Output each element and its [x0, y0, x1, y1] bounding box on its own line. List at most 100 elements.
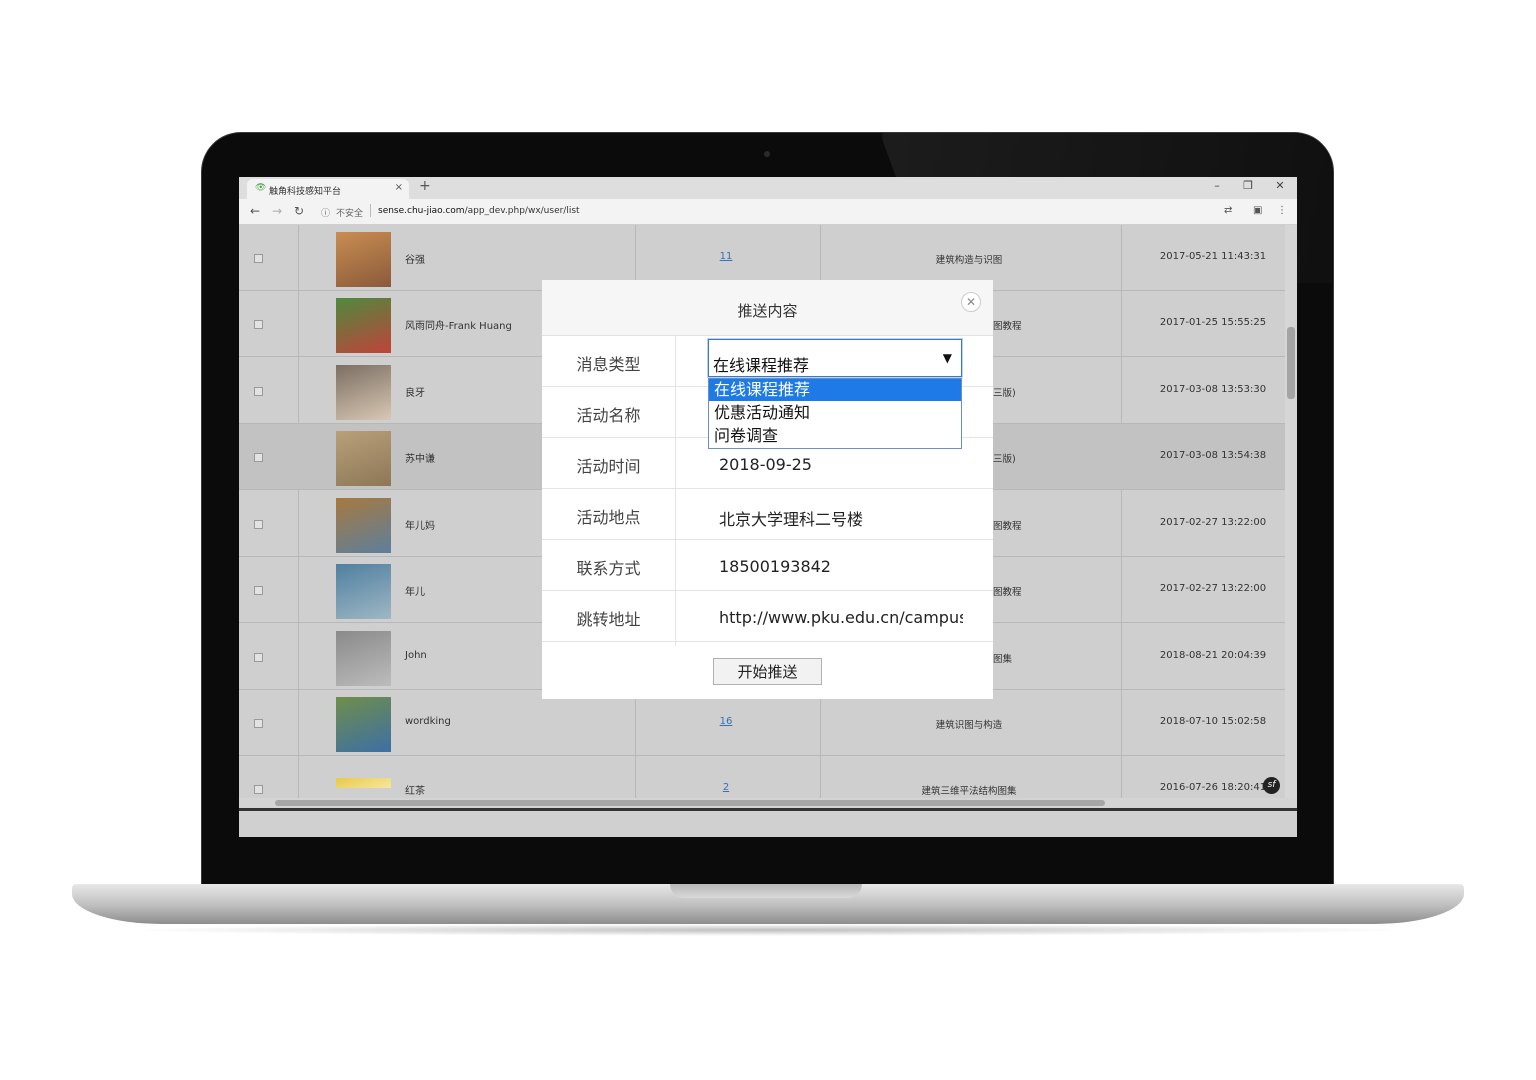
avatar — [336, 631, 391, 686]
symfony-toolbar-icon[interactable]: sf — [1263, 777, 1280, 794]
row-checkbox[interactable] — [254, 520, 263, 529]
time-label: 活动时间 — [576, 457, 641, 476]
timestamp: 2017-03-08 13:54:38 — [1159, 450, 1267, 461]
course-name: 建筑三维平法结构图集 — [921, 786, 1017, 797]
row-checkbox[interactable] — [254, 453, 263, 462]
course-name: 三版) — [993, 454, 1016, 465]
course-name: 图集 — [993, 654, 1013, 665]
vertical-scrollbar[interactable] — [1285, 225, 1297, 798]
timestamp: 2017-02-27 13:22:00 — [1159, 517, 1267, 528]
timestamp: 2017-03-08 13:53:30 — [1159, 384, 1267, 395]
close-icon[interactable]: ✕ — [961, 292, 981, 312]
message-type-options: 在线课程推荐 优惠活动通知 问卷调查 — [708, 378, 962, 449]
laptop-notch — [670, 884, 862, 898]
user-name: 风雨同舟-Frank Huang — [405, 321, 512, 332]
avatar — [336, 697, 391, 752]
user-name: John — [405, 650, 427, 661]
timestamp: 2017-05-21 11:43:31 — [1159, 251, 1267, 262]
new-tab-button[interactable]: + — [419, 178, 431, 194]
eye-favicon-icon: 👁 — [255, 183, 267, 193]
bottom-bar — [239, 808, 1297, 837]
browser-window: 👁 触角科技感知平台 × + – ❐ ✕ ← → ↻ ⓘ 不安全 sense.c… — [239, 177, 1297, 837]
user-name: 谷强 — [405, 255, 425, 266]
row-checkbox[interactable] — [254, 653, 263, 662]
form-row-place: 活动地点 北京大学理科二号楼 — [542, 489, 993, 540]
address-bar: ← → ↻ ⓘ 不安全 sense.chu-jiao.com/app_dev.p… — [239, 199, 1297, 225]
reload-icon[interactable]: ↻ — [291, 204, 307, 218]
time-field[interactable]: 2018-09-25 — [719, 455, 963, 474]
table-row[interactable]: wordking 16 建筑识图与构造 2018-07-10 15:02:58 — [239, 690, 1285, 756]
option-survey[interactable]: 问卷调查 — [709, 425, 961, 447]
row-checkbox[interactable] — [254, 320, 263, 329]
browser-tab[interactable]: 👁 触角科技感知平台 × — [247, 179, 409, 199]
restore-button[interactable]: ❐ — [1238, 179, 1258, 192]
url-path: /app_dev.php/wx/user/list — [464, 206, 580, 216]
avatar — [336, 564, 391, 619]
row-checkbox[interactable] — [254, 254, 263, 263]
horizontal-scroll-thumb[interactable] — [275, 800, 1105, 806]
avatar — [336, 778, 391, 788]
option-online-course[interactable]: 在线课程推荐 — [709, 379, 961, 401]
timestamp: 2018-08-21 20:04:39 — [1159, 650, 1267, 661]
vertical-scroll-thumb[interactable] — [1287, 327, 1295, 399]
message-type-select[interactable]: 在线课程推荐 ▼ — [708, 339, 962, 377]
course-name: 建筑构造与识图 — [935, 255, 1003, 266]
place-label: 活动地点 — [576, 508, 641, 527]
url-domain: sense.chu-jiao.com — [378, 206, 465, 216]
tab-bar: 👁 触角科技感知平台 × + – ❐ ✕ — [239, 177, 1297, 199]
form-row-url: 跳转地址 http://www.pku.edu.cn/campus — [542, 591, 993, 642]
count-link[interactable]: 2 — [709, 782, 743, 793]
timestamp: 2018-07-10 15:02:58 — [1159, 716, 1267, 727]
info-icon[interactable]: ⓘ — [321, 206, 330, 219]
user-name: wordking — [405, 716, 451, 727]
contact-label: 联系方式 — [576, 559, 641, 578]
name-label: 活动名称 — [576, 406, 641, 425]
back-arrow-icon[interactable]: ← — [247, 204, 263, 218]
table-row[interactable]: 红茶 2 建筑三维平法结构图集 2016-07-26 18:20:41 — [239, 756, 1285, 798]
avatar — [336, 431, 391, 486]
url-field[interactable]: http://www.pku.edu.cn/campus — [719, 608, 963, 627]
start-push-button[interactable]: 开始推送 — [713, 658, 822, 685]
translate-icon[interactable]: ⇄ — [1224, 205, 1232, 216]
url-divider — [370, 204, 371, 217]
contact-field[interactable]: 18500193842 — [719, 557, 963, 576]
avatar — [336, 298, 391, 353]
type-label: 消息类型 — [576, 355, 641, 374]
insecure-label: 不安全 — [336, 209, 364, 219]
laptop-shadow — [120, 924, 1416, 936]
row-checkbox[interactable] — [254, 785, 263, 794]
tab-title: 触角科技感知平台 — [269, 187, 342, 197]
user-name: 红茶 — [405, 786, 425, 797]
user-name: 良牙 — [405, 388, 425, 399]
row-checkbox[interactable] — [254, 586, 263, 595]
course-name: 三版) — [993, 388, 1016, 399]
count-link[interactable]: 16 — [709, 716, 743, 727]
clipboard-icon[interactable]: ▣ — [1253, 205, 1262, 216]
avatar — [336, 365, 391, 420]
course-name: 图教程 — [993, 587, 1022, 598]
dialog-header: 推送内容 ✕ — [542, 280, 993, 336]
url-input[interactable]: sense.chu-jiao.com/app_dev.php/wx/user/l… — [378, 206, 580, 216]
row-checkbox[interactable] — [254, 719, 263, 728]
option-discount-notice[interactable]: 优惠活动通知 — [709, 402, 961, 424]
place-field[interactable]: 北京大学理科二号楼 — [719, 506, 963, 530]
close-window-button[interactable]: ✕ — [1270, 179, 1290, 192]
form-row-contact: 联系方式 18500193842 — [542, 540, 993, 591]
timestamp: 2017-01-25 15:55:25 — [1159, 317, 1267, 328]
course-name: 图教程 — [993, 521, 1022, 532]
avatar — [336, 232, 391, 287]
webcam — [764, 151, 770, 157]
user-name: 年儿妈 — [405, 521, 435, 532]
avatar — [336, 498, 391, 553]
user-name: 年儿 — [405, 587, 425, 598]
row-checkbox[interactable] — [254, 387, 263, 396]
push-content-dialog: 推送内容 ✕ 消息类型 活动名称 活动时间 2018-09-25 活动地点 北京… — [542, 280, 993, 699]
count-link[interactable]: 11 — [709, 251, 743, 262]
menu-kebab-icon[interactable]: ⋮ — [1277, 205, 1287, 216]
dropdown-arrow-icon[interactable]: ▼ — [943, 351, 952, 365]
minimize-button[interactable]: – — [1207, 179, 1227, 192]
tab-close-icon[interactable]: × — [395, 182, 403, 193]
forward-arrow-icon[interactable]: → — [269, 204, 285, 218]
url-label: 跳转地址 — [576, 610, 641, 629]
timestamp: 2017-02-27 13:22:00 — [1159, 583, 1267, 594]
